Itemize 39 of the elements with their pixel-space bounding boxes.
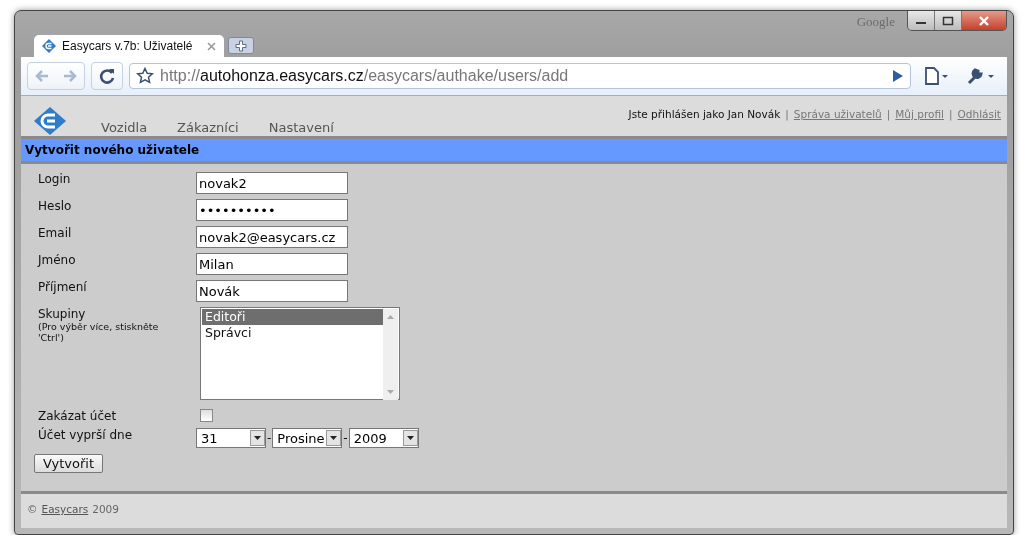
input-field[interactable]: Novák [196,280,348,302]
date-separator: - [267,431,272,445]
dropdown[interactable]: 2009 [348,428,419,448]
field-label: Login [38,172,72,186]
user-info: Jste přihlášen jako Jan Novák [628,108,781,120]
field-label: Email [38,226,73,240]
separator: | [785,108,789,120]
group-listbox[interactable]: Editoři Správci [200,307,400,400]
input-field[interactable]: novak2 [196,172,348,194]
field-label: Příjmení [38,280,88,294]
tab-title: Easycars v.7b: Uživatelé [62,39,194,53]
list-option[interactable]: Správci [202,325,383,341]
brand-label: Google [856,14,895,30]
dropdown[interactable]: Prosine [272,428,343,448]
create-button[interactable]: Vytvořit [34,454,104,473]
input-field[interactable]: Milan [196,253,348,275]
browser-tab[interactable]: Easycars v.7b: Uživatelé [34,35,224,57]
address-field[interactable]: http://autohonza.easycars.cz/easycars/authake/users/add [129,63,911,89]
menu-item[interactable]: Zákazníci [177,120,239,136]
url-text: http://autohonza.easycars.cz/easycars/authake/users/add [160,67,570,85]
menu-item[interactable]: Nastavení [268,120,334,136]
separator: | [886,108,891,120]
copyright-symbol: © [27,503,38,515]
footer-year: 2009 [92,503,119,515]
field-label: Skupiny [38,307,87,321]
page-title: Vytvořit nového uživatele [25,143,200,157]
input-field[interactable]: •••••••••• [196,199,348,221]
field-label: Účet vyprší dne [38,428,134,442]
date-separator: - [343,431,348,445]
input-field[interactable]: novak2@easycars.cz [196,226,348,248]
dropdown[interactable]: 31 [196,428,266,448]
field-label: Heslo [38,199,73,213]
menu-item[interactable]: Vozidla [101,120,148,136]
field-label: Jméno [38,253,77,267]
field-hint: (Pro výběr více, stiskněte 'Ctrl') [38,321,160,343]
field-label: Zakázat účet [38,409,118,423]
list-option[interactable]: Editoři [202,309,383,325]
separator: | [949,108,953,120]
footer-link[interactable]: Easycars [41,503,89,515]
